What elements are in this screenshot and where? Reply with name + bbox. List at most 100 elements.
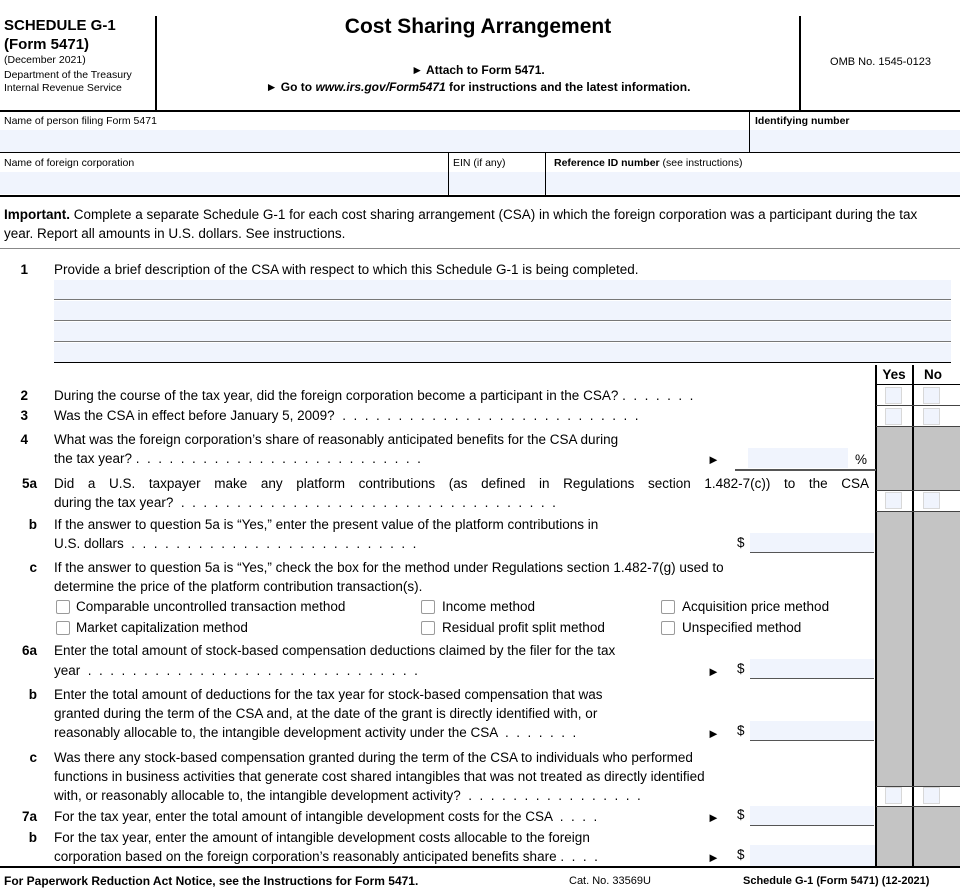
goto-suffix: for instructions and the latest informat… (445, 80, 691, 94)
divider (0, 866, 960, 868)
leader-dots: . . . . . . . . . . . . . . . . . . . . … (80, 663, 418, 678)
leader-dots: . . . . . . . . . . . . . . . . . . . . … (132, 451, 421, 466)
line-5c-text-2: determine the price of the platform cont… (54, 579, 423, 594)
divider (876, 490, 960, 491)
divider (876, 384, 960, 385)
line-6b-text-3: reasonably allocable to, the intangible … (54, 724, 576, 743)
dollar-sign: $ (737, 535, 745, 550)
name-filer-input[interactable] (0, 130, 749, 152)
line-5a-yes-checkbox[interactable] (885, 492, 902, 509)
line-6a-amount-input[interactable] (750, 659, 874, 679)
shaded-area (876, 806, 912, 866)
leader-dots: . . . . . . . (497, 725, 577, 740)
name-filer-label: Name of person filing Form 5471 (4, 115, 157, 127)
description-line-3[interactable] (54, 322, 951, 342)
line-6c-text-2: functions in business activities that ge… (54, 769, 705, 784)
irs-link[interactable]: www.irs.gov/Form5471 (315, 80, 445, 94)
line-number: 7a (21, 809, 37, 824)
omb-number: OMB No. 1545-0123 (830, 56, 931, 68)
form-title: Cost Sharing Arrangement (344, 15, 612, 38)
description-line-1[interactable] (54, 280, 951, 300)
line-7b-text-1: For the tax year, enter the amount of in… (54, 830, 590, 845)
identifying-number-input[interactable] (750, 130, 960, 152)
line-6b-text-1: Enter the total amount of deductions for… (54, 687, 603, 702)
divider (876, 426, 960, 427)
foreign-corp-input[interactable] (0, 172, 448, 194)
line-7b-text-2: corporation based on the foreign corpora… (54, 848, 598, 867)
paperwork-notice: For Paperwork Reduction Act Notice, see … (4, 874, 419, 888)
line-number: 6a (21, 643, 37, 658)
line-7a-amount-input[interactable] (750, 806, 874, 826)
line-number: b (28, 830, 37, 845)
shaded-area (876, 426, 912, 490)
line-6b-amount-input[interactable] (750, 721, 874, 741)
line-4-text-1: What was the foreign corporation’s share… (54, 432, 619, 447)
shaded-area (913, 426, 960, 490)
description-line-4[interactable] (54, 343, 951, 363)
line-6b-question: reasonably allocable to, the intangible … (54, 725, 498, 740)
method-income-label: Income method (442, 599, 536, 614)
leader-dots: . . . . . . . . . . . . . . . . . . . . … (173, 495, 556, 510)
arrow-icon: ► (707, 850, 720, 865)
reference-id-input[interactable] (546, 172, 960, 194)
line-2-question: During the course of the tax year, did t… (54, 388, 619, 403)
line-5a-text-1: Did a U.S. taxpayer make any platform co… (54, 476, 869, 491)
ein-input[interactable] (449, 172, 545, 194)
arrow-icon: ► (707, 664, 720, 679)
line-6b-text-2: granted during the term of the CSA and, … (54, 706, 598, 721)
method-income-checkbox[interactable] (421, 600, 435, 614)
method-market-cap-label: Market capitalization method (76, 620, 248, 635)
line-4-percent-input[interactable] (748, 448, 848, 468)
arrow-icon: ► (707, 810, 720, 825)
percent-sign: % (855, 452, 868, 467)
leader-dots: . . . . . . . . . . . . . . . . . . . . … (334, 408, 639, 423)
description-line-2[interactable] (54, 301, 951, 321)
method-market-cap-checkbox[interactable] (56, 621, 70, 635)
goto-instruction: ► Go to www.irs.gov/Form5471 for instruc… (157, 80, 799, 94)
leader-dots: . . . . . . . (618, 388, 694, 403)
shaded-area (913, 511, 960, 786)
line-5b-amount-input[interactable] (750, 533, 874, 553)
line-2-yes-checkbox[interactable] (885, 387, 902, 404)
line-4-text-2: the tax year? . . . . . . . . . . . . . … (54, 450, 421, 469)
line-6c-question: with, or reasonably allocable to, the in… (54, 788, 461, 803)
arrow-icon: ► (707, 452, 720, 467)
arrow-icon: ► (707, 726, 720, 741)
method-cut-checkbox[interactable] (56, 600, 70, 614)
important-text: Complete a separate Schedule G-1 for eac… (4, 207, 918, 241)
line-5a-question: during the tax year? (54, 495, 174, 510)
identifying-number-label: Identifying number (755, 115, 850, 127)
yes-header: Yes (882, 367, 906, 382)
line-5b-text-2: U.S. dollars . . . . . . . . . . . . . .… (54, 535, 416, 554)
line-5b-text-1: If the answer to question 5a is “Yes,” e… (54, 517, 599, 532)
line-7a-question: For the tax year, enter the total amount… (54, 809, 553, 824)
catalog-number: Cat. No. 33569U (569, 875, 651, 887)
line-3-no-checkbox[interactable] (923, 408, 940, 425)
leader-dots: . . . . (556, 849, 598, 864)
divider (876, 511, 960, 512)
line-7b-amount-input[interactable] (750, 845, 875, 866)
agency: Internal Revenue Service (4, 82, 122, 94)
line-number: 1 (20, 262, 28, 277)
attach-instruction: ► Attach to Form 5471. (411, 63, 545, 77)
reference-id-label-note: (see instructions) (659, 157, 743, 169)
line-5a-no-checkbox[interactable] (923, 492, 940, 509)
dollar-sign: $ (737, 661, 745, 676)
line-5b-question: U.S. dollars (54, 536, 124, 551)
leader-dots: . . . . . . . . . . . . . . . . . . . . … (123, 536, 417, 551)
method-residual-checkbox[interactable] (421, 621, 435, 635)
revision-date: (December 2021) (4, 54, 86, 66)
line-5a-text-2: during the tax year? . . . . . . . . . .… (54, 494, 556, 513)
method-residual-label: Residual profit split method (442, 620, 605, 635)
line-number: 3 (20, 408, 28, 423)
line-1-text: Provide a brief description of the CSA w… (54, 262, 639, 277)
line-3-question: Was the CSA in effect before January 5, … (54, 408, 335, 423)
no-header: No (924, 367, 942, 382)
line-2-no-checkbox[interactable] (923, 387, 940, 404)
method-unspecified-checkbox[interactable] (661, 621, 675, 635)
line-6c-yes-checkbox[interactable] (885, 787, 902, 804)
line-3-yes-checkbox[interactable] (885, 408, 902, 425)
method-acquisition-checkbox[interactable] (661, 600, 675, 614)
line-6c-no-checkbox[interactable] (923, 787, 940, 804)
line-number: b (28, 517, 37, 532)
